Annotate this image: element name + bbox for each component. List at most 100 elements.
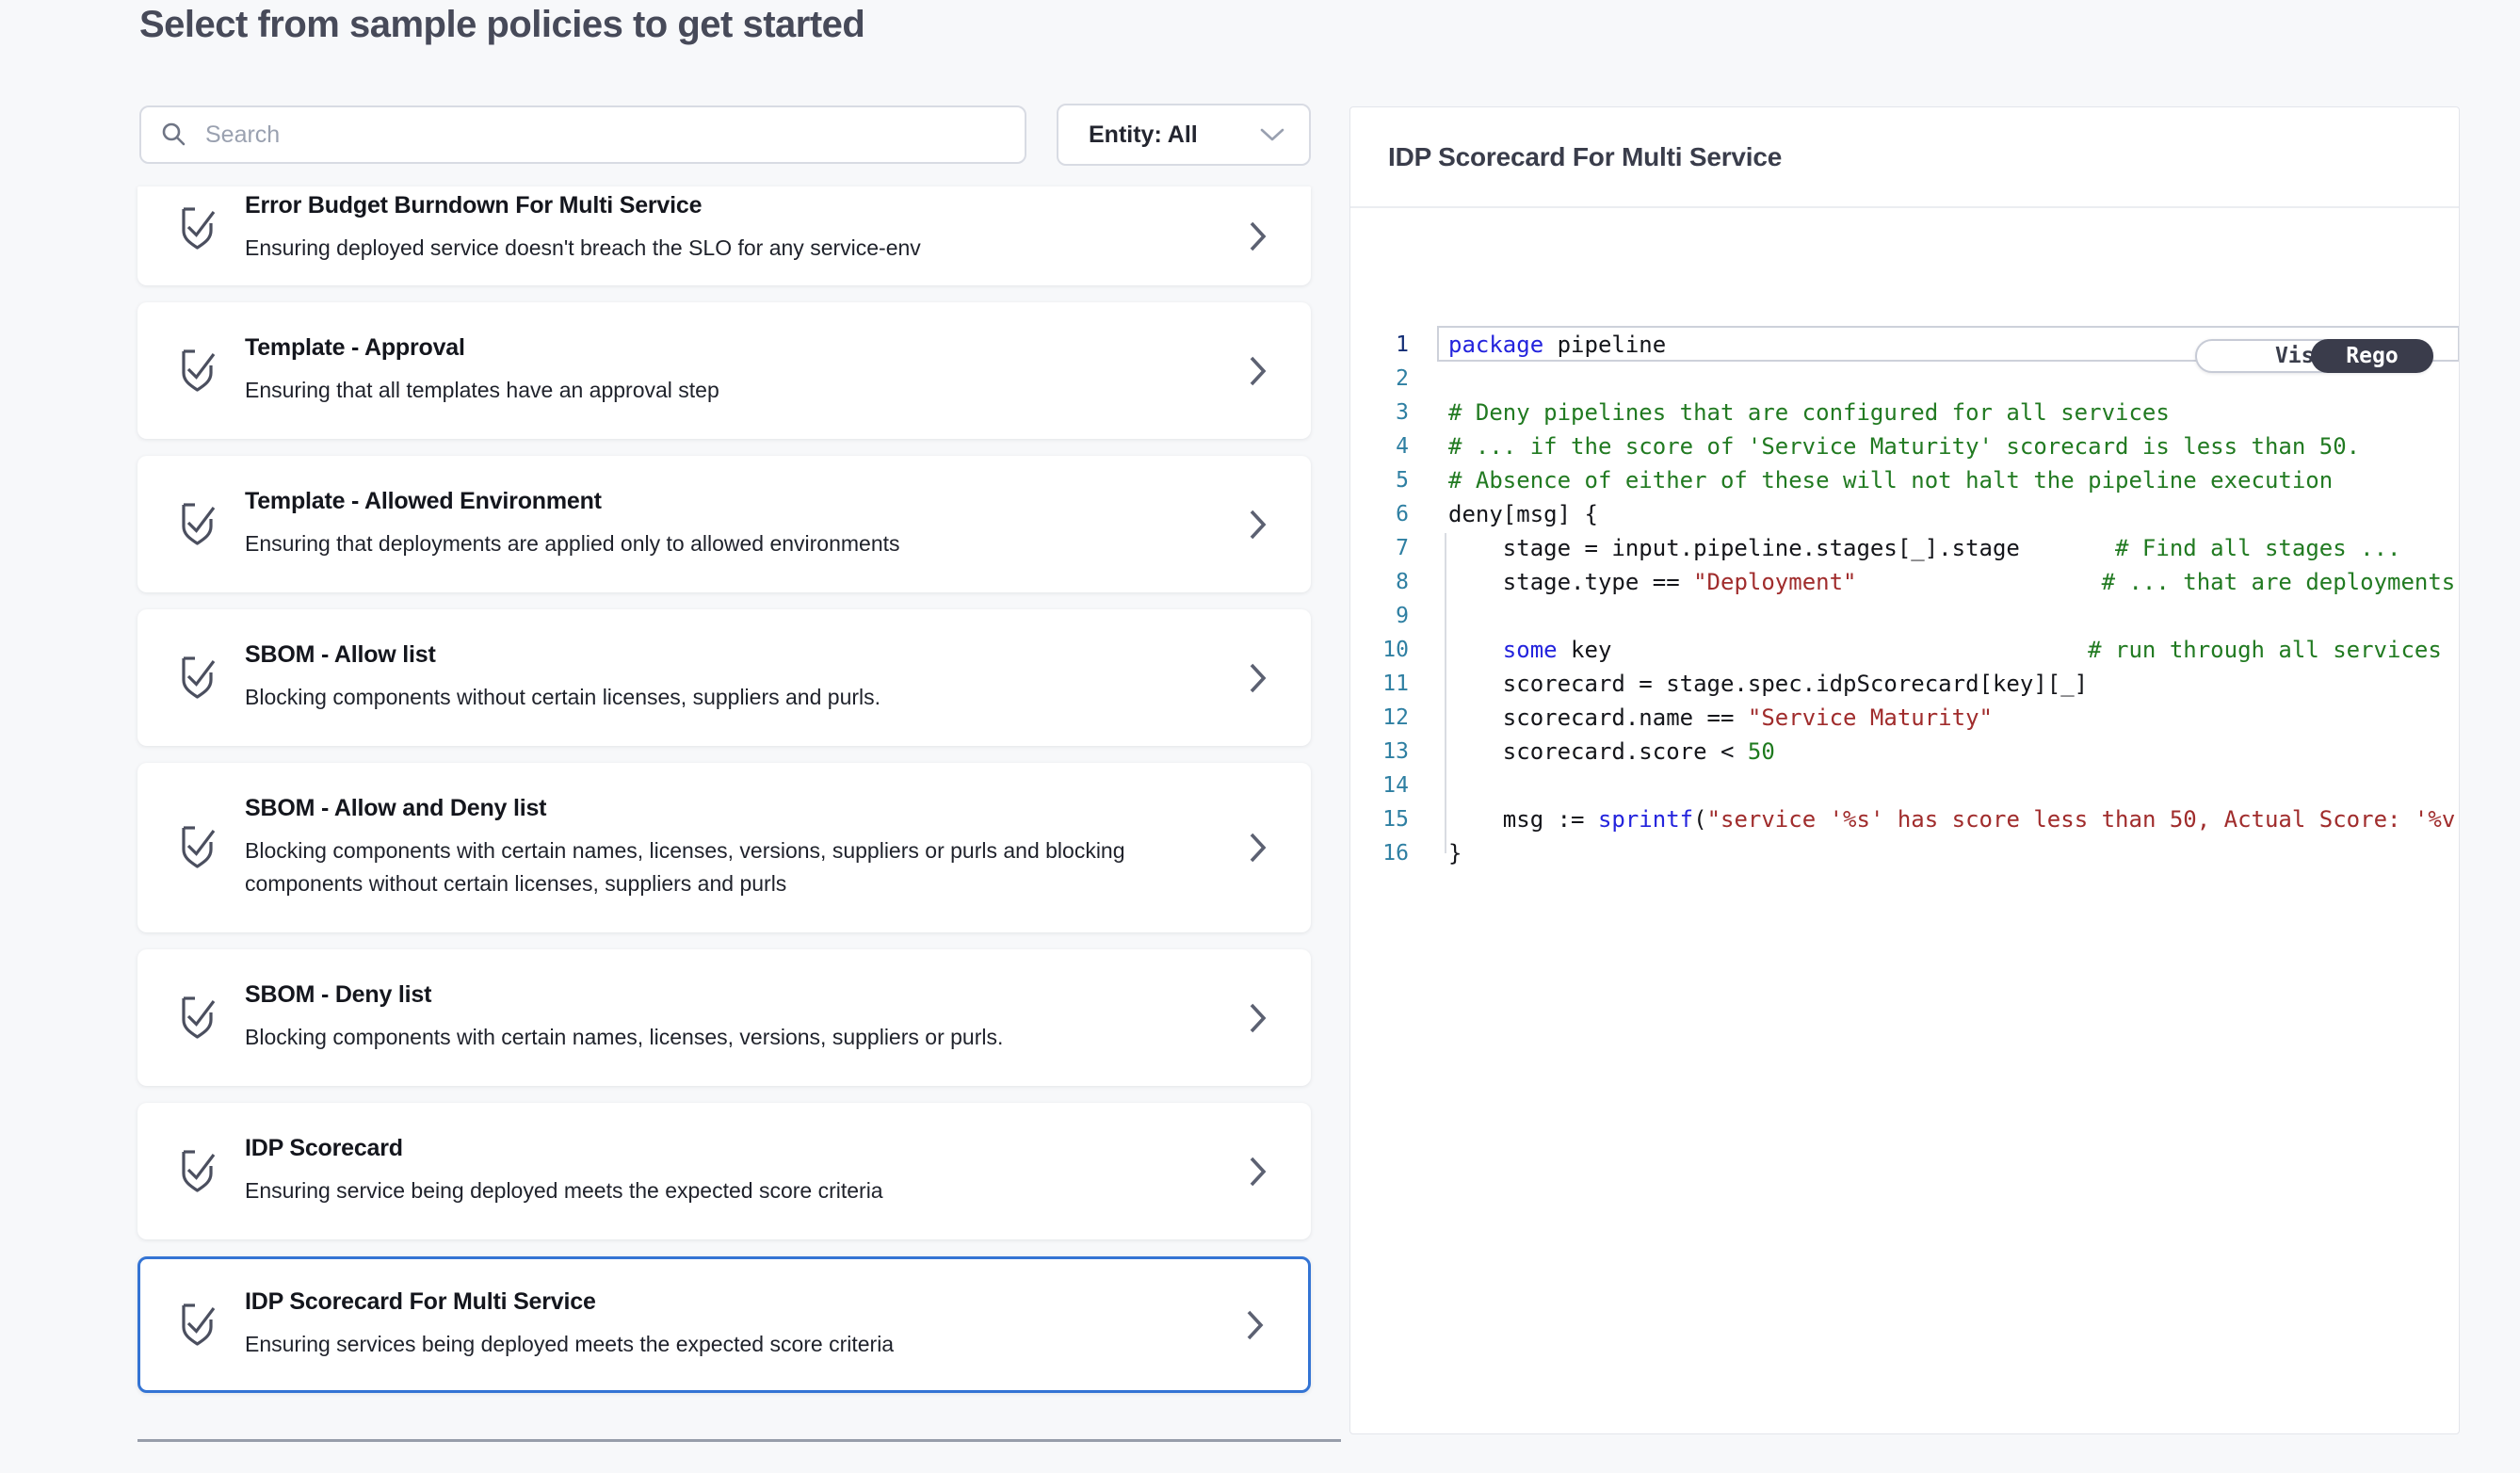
line-number: 1 bbox=[1350, 328, 1409, 362]
shield-check-icon bbox=[175, 202, 218, 255]
line-number: 15 bbox=[1350, 802, 1409, 836]
list-bottom-divider bbox=[137, 1439, 1341, 1442]
chevron-right-icon bbox=[1249, 355, 1268, 387]
shield-check-icon bbox=[175, 1299, 218, 1352]
chevron-right-icon bbox=[1249, 662, 1268, 694]
line-content: scorecard = stage.spec.idpScorecard[key]… bbox=[1448, 667, 2459, 701]
chevron-right-icon bbox=[1249, 832, 1268, 864]
policy-card[interactable]: Error Budget Burndown For Multi Service … bbox=[137, 186, 1311, 285]
chevron-down-icon bbox=[1260, 128, 1284, 142]
code-line: 11 scorecard = stage.spec.idpScorecard[k… bbox=[1350, 667, 2459, 701]
policy-card-description: Blocking components without certain lice… bbox=[245, 681, 880, 714]
line-content: } bbox=[1448, 836, 2459, 870]
line-content: deny[msg] { bbox=[1448, 497, 2459, 531]
view-mode-toggle: Visual Rego bbox=[2195, 339, 2433, 373]
line-number: 7 bbox=[1350, 531, 1409, 565]
shield-check-icon bbox=[175, 345, 218, 397]
line-number: 4 bbox=[1350, 429, 1409, 463]
code-line: 6 deny[msg] { bbox=[1350, 497, 2459, 531]
policy-card-description: Blocking components with certain names, … bbox=[245, 1021, 1003, 1054]
policy-card[interactable]: Template - Allowed Environment Ensuring … bbox=[137, 456, 1311, 592]
line-content: # Deny pipelines that are configured for… bbox=[1448, 396, 2459, 429]
toggle-rego-button[interactable]: Rego bbox=[2311, 339, 2433, 373]
line-number: 10 bbox=[1350, 633, 1409, 667]
code-line: 9 bbox=[1350, 599, 2459, 633]
line-content: stage = input.pipeline.stages[_].stage #… bbox=[1448, 531, 2459, 565]
line-number: 14 bbox=[1350, 769, 1409, 802]
policy-card-title: Template - Approval bbox=[245, 334, 719, 362]
policy-card[interactable]: SBOM - Deny list Blocking components wit… bbox=[137, 949, 1311, 1086]
policy-detail-panel: IDP Scorecard For Multi Service 1 packag… bbox=[1349, 106, 2460, 1434]
line-content: # ... if the score of 'Service Maturity'… bbox=[1448, 429, 2459, 463]
code-line: 15 msg := sprintf("service '%s' has scor… bbox=[1350, 802, 2459, 836]
line-number: 16 bbox=[1350, 836, 1409, 870]
code-editor[interactable]: 1 package pipeline 2 3 # Deny pipelines … bbox=[1350, 208, 2459, 1433]
search-box[interactable] bbox=[139, 105, 1026, 164]
policy-card-title: Template - Allowed Environment bbox=[245, 488, 900, 515]
code-line: 16 } bbox=[1350, 836, 2459, 870]
policy-card-description: Ensuring service being deployed meets th… bbox=[245, 1174, 883, 1207]
code-line: 10 some key # run through all services bbox=[1350, 633, 2459, 667]
line-number: 8 bbox=[1350, 565, 1409, 599]
line-content bbox=[1448, 599, 2459, 633]
policy-card-title: IDP Scorecard For Multi Service bbox=[245, 1288, 894, 1316]
line-content: scorecard.name == "Service Maturity" bbox=[1448, 701, 2459, 735]
line-content: some key # run through all services bbox=[1448, 633, 2459, 667]
line-number: 3 bbox=[1350, 396, 1409, 429]
line-content: stage.type == "Deployment" # ... that ar… bbox=[1448, 565, 2459, 599]
chevron-right-icon bbox=[1249, 509, 1268, 541]
policy-card[interactable]: SBOM - Allow and Deny list Blocking comp… bbox=[137, 763, 1311, 932]
line-number: 11 bbox=[1350, 667, 1409, 701]
chevron-right-icon bbox=[1246, 1309, 1265, 1341]
policy-list: Error Budget Burndown For Multi Service … bbox=[137, 186, 1311, 1393]
line-number: 13 bbox=[1350, 735, 1409, 769]
code-line: 13 scorecard.score < 50 bbox=[1350, 735, 2459, 769]
code-line: 12 scorecard.name == "Service Maturity" bbox=[1350, 701, 2459, 735]
policy-card-description: Ensuring services being deployed meets t… bbox=[245, 1328, 894, 1361]
search-icon bbox=[160, 121, 188, 149]
policy-detail-title: IDP Scorecard For Multi Service bbox=[1388, 142, 1782, 172]
policy-card-description: Ensuring deployed service doesn't breach… bbox=[245, 232, 921, 265]
line-content: # Absence of either of these will not ha… bbox=[1448, 463, 2459, 497]
code-lines: 1 package pipeline 2 3 # Deny pipelines … bbox=[1350, 328, 2459, 870]
shield-check-icon bbox=[175, 821, 218, 874]
chevron-right-icon bbox=[1249, 1002, 1268, 1034]
policy-card-description: Ensuring that deployments are applied on… bbox=[245, 527, 900, 560]
code-line: 14 bbox=[1350, 769, 2459, 802]
chevron-right-icon bbox=[1249, 1156, 1268, 1188]
policy-card[interactable]: IDP Scorecard Ensuring service being dep… bbox=[137, 1103, 1311, 1239]
code-line: 5 # Absence of either of these will not … bbox=[1350, 463, 2459, 497]
policy-card-title: Error Budget Burndown For Multi Service bbox=[245, 192, 921, 219]
policy-card[interactable]: Template - Approval Ensuring that all te… bbox=[137, 302, 1311, 439]
chevron-right-icon bbox=[1249, 220, 1268, 252]
policy-card-title: SBOM - Allow list bbox=[245, 641, 880, 669]
line-number: 12 bbox=[1350, 701, 1409, 735]
line-content: scorecard.score < 50 bbox=[1448, 735, 2459, 769]
line-number: 5 bbox=[1350, 463, 1409, 497]
policy-detail-header: IDP Scorecard For Multi Service bbox=[1350, 107, 2459, 208]
code-line: 7 stage = input.pipeline.stages[_].stage… bbox=[1350, 531, 2459, 565]
code-line: 8 stage.type == "Deployment" # ... that … bbox=[1350, 565, 2459, 599]
line-number: 9 bbox=[1350, 599, 1409, 633]
shield-check-icon bbox=[175, 1145, 218, 1198]
policy-card-description: Blocking components with certain names, … bbox=[245, 834, 1149, 900]
policy-card-title: IDP Scorecard bbox=[245, 1135, 883, 1162]
policy-card[interactable]: IDP Scorecard For Multi Service Ensuring… bbox=[137, 1256, 1311, 1393]
policy-card-title: SBOM - Allow and Deny list bbox=[245, 795, 1149, 822]
line-number: 6 bbox=[1350, 497, 1409, 531]
policy-card[interactable]: SBOM - Allow list Blocking components wi… bbox=[137, 609, 1311, 746]
policy-card-description: Ensuring that all templates have an appr… bbox=[245, 374, 719, 407]
line-number: 2 bbox=[1350, 362, 1409, 396]
entity-filter-dropdown[interactable]: Entity: All bbox=[1057, 104, 1311, 166]
page-title: Select from sample policies to get start… bbox=[139, 4, 864, 46]
policy-card-title: SBOM - Deny list bbox=[245, 981, 1003, 1009]
shield-check-icon bbox=[175, 498, 218, 551]
line-content bbox=[1448, 769, 2459, 802]
code-line: 3 # Deny pipelines that are configured f… bbox=[1350, 396, 2459, 429]
entity-filter-label: Entity: All bbox=[1089, 121, 1198, 149]
search-input[interactable] bbox=[205, 121, 1006, 149]
line-content: msg := sprintf("service '%s' has score l… bbox=[1448, 802, 2459, 836]
shield-check-icon bbox=[175, 652, 218, 704]
code-line: 4 # ... if the score of 'Service Maturit… bbox=[1350, 429, 2459, 463]
shield-check-icon bbox=[175, 992, 218, 1044]
